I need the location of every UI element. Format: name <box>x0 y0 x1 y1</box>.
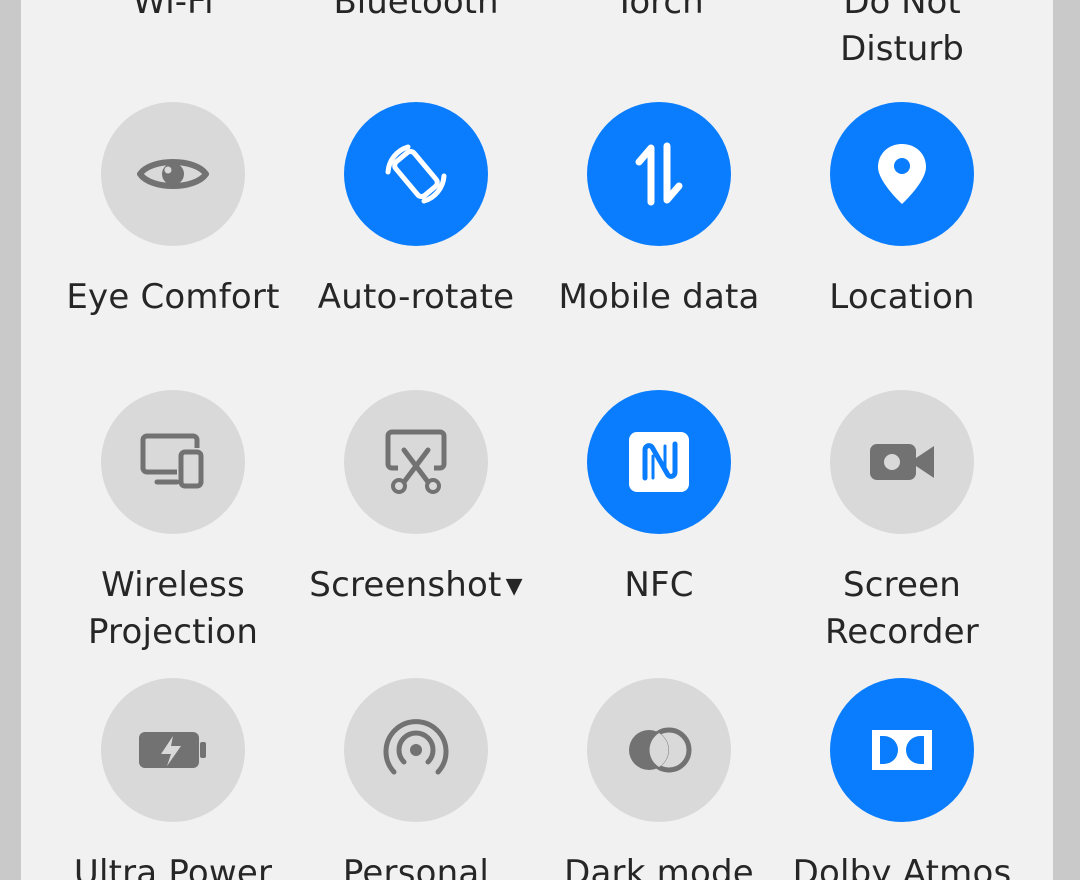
tile-label: NFC <box>624 565 694 605</box>
tile-auto-rotate[interactable]: Auto-rotate <box>296 102 536 321</box>
tile-eye-comfort[interactable]: Eye Comfort <box>53 102 293 321</box>
tile-label-torch: Torch <box>614 0 704 22</box>
tile-screen-recorder[interactable]: Screen Recorder <box>782 390 1022 656</box>
hotspot-icon <box>383 719 449 775</box>
toggle-auto-rotate[interactable] <box>344 102 488 246</box>
tile-label: Dolby Atmos <box>792 853 1012 880</box>
battery-bolt-icon <box>139 732 206 768</box>
wireless-projection-icon <box>140 433 204 489</box>
tile-label: Screenshot ▼ <box>309 562 522 610</box>
tile-mobile-data[interactable]: Mobile data <box>539 102 779 321</box>
location-pin-icon <box>878 144 926 204</box>
dolby-icon <box>872 730 932 770</box>
tile-label: Ultra Power <box>73 853 273 880</box>
tile-label-do-not-disturb: Do Not Disturb <box>840 0 964 69</box>
tile-dolby-atmos[interactable]: Dolby Atmos <box>782 678 1022 880</box>
toggle-dark-mode[interactable] <box>587 678 731 822</box>
screenshot-label: Screenshot <box>309 565 502 605</box>
toggle-location[interactable] <box>830 102 974 246</box>
toggle-personal-hotspot[interactable] <box>344 678 488 822</box>
tile-label: Auto-rotate <box>317 277 515 317</box>
tile-label: Screen Recorder <box>825 565 979 652</box>
tile-label: Eye Comfort <box>66 277 280 317</box>
tile-ultra-power[interactable]: Ultra Power <box>53 678 293 880</box>
screenshot-scissors-icon <box>385 429 447 494</box>
toggle-wireless-projection[interactable] <box>101 390 245 534</box>
tile-nfc[interactable]: NFC <box>539 390 779 609</box>
tile-label-wifi: Wi-Fi <box>132 0 214 22</box>
tile-label-bluetooth: Bluetooth <box>333 0 499 22</box>
auto-rotate-icon <box>385 144 447 204</box>
toggle-eye-comfort[interactable] <box>101 102 245 246</box>
tile-label: Wireless Projection <box>87 565 259 652</box>
tile-wireless-projection[interactable]: Wireless Projection <box>53 390 293 656</box>
toggle-mobile-data[interactable] <box>587 102 731 246</box>
tile-label: Dark mode <box>564 853 754 880</box>
tile-screenshot[interactable]: Screenshot ▼ <box>296 390 536 610</box>
toggle-ultra-power[interactable] <box>101 678 245 822</box>
mobile-data-icon <box>635 142 683 206</box>
tile-label: Personal <box>342 853 490 880</box>
tile-label: Mobile data <box>558 277 760 317</box>
tile-personal-hotspot[interactable]: Personal <box>296 678 536 880</box>
tile-dark-mode[interactable]: Dark mode <box>539 678 779 880</box>
tile-location[interactable]: Location <box>782 102 1022 321</box>
tile-label: Location <box>829 277 975 317</box>
chevron-down-icon[interactable]: ▼ <box>506 574 523 599</box>
toggle-screen-recorder[interactable] <box>830 390 974 534</box>
nfc-icon <box>629 432 689 492</box>
toggle-nfc[interactable] <box>587 390 731 534</box>
quick-settings-panel: Wi-Fi Bluetooth Torch Do Not Disturb Eye… <box>21 0 1053 880</box>
eye-icon <box>137 159 209 189</box>
toggle-screenshot[interactable] <box>344 390 488 534</box>
toggle-dolby-atmos[interactable] <box>830 678 974 822</box>
screen-recorder-icon <box>870 444 934 480</box>
dark-mode-icon <box>629 727 692 773</box>
